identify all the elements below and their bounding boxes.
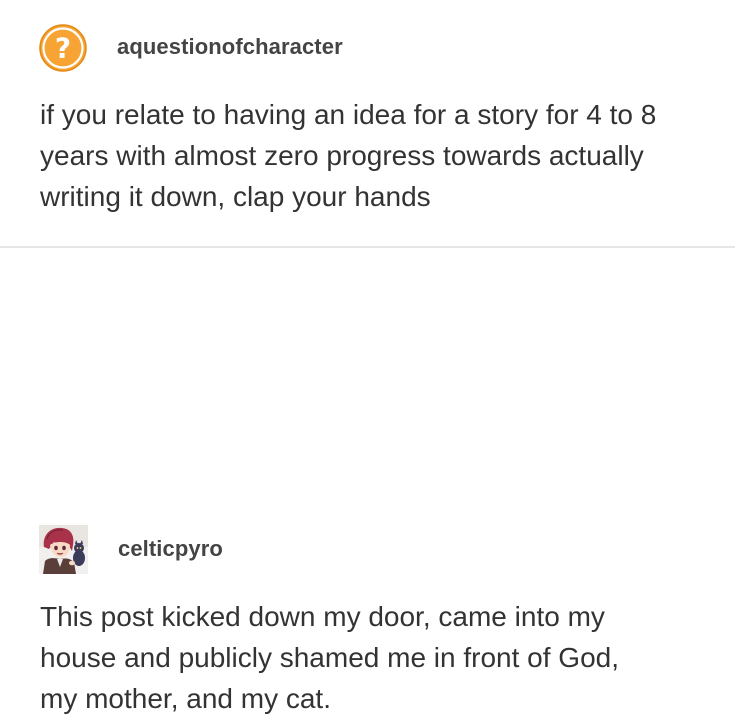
anime-character-avatar[interactable]	[39, 525, 88, 574]
svg-text:?: ?	[55, 32, 71, 65]
post-body: This post kicked down my door, came into…	[40, 601, 620, 714]
post-reblog: celticpyro This post kicked down my door…	[0, 248, 735, 714]
post-body: if you relate to having an idea for a st…	[40, 99, 657, 212]
username[interactable]: aquestionofcharacter	[117, 34, 343, 60]
username[interactable]: celticpyro	[118, 536, 223, 562]
question-mark-icon[interactable]: ?	[39, 24, 87, 72]
post-original: ? aquestionofcharacter if you relate to …	[0, 0, 735, 246]
